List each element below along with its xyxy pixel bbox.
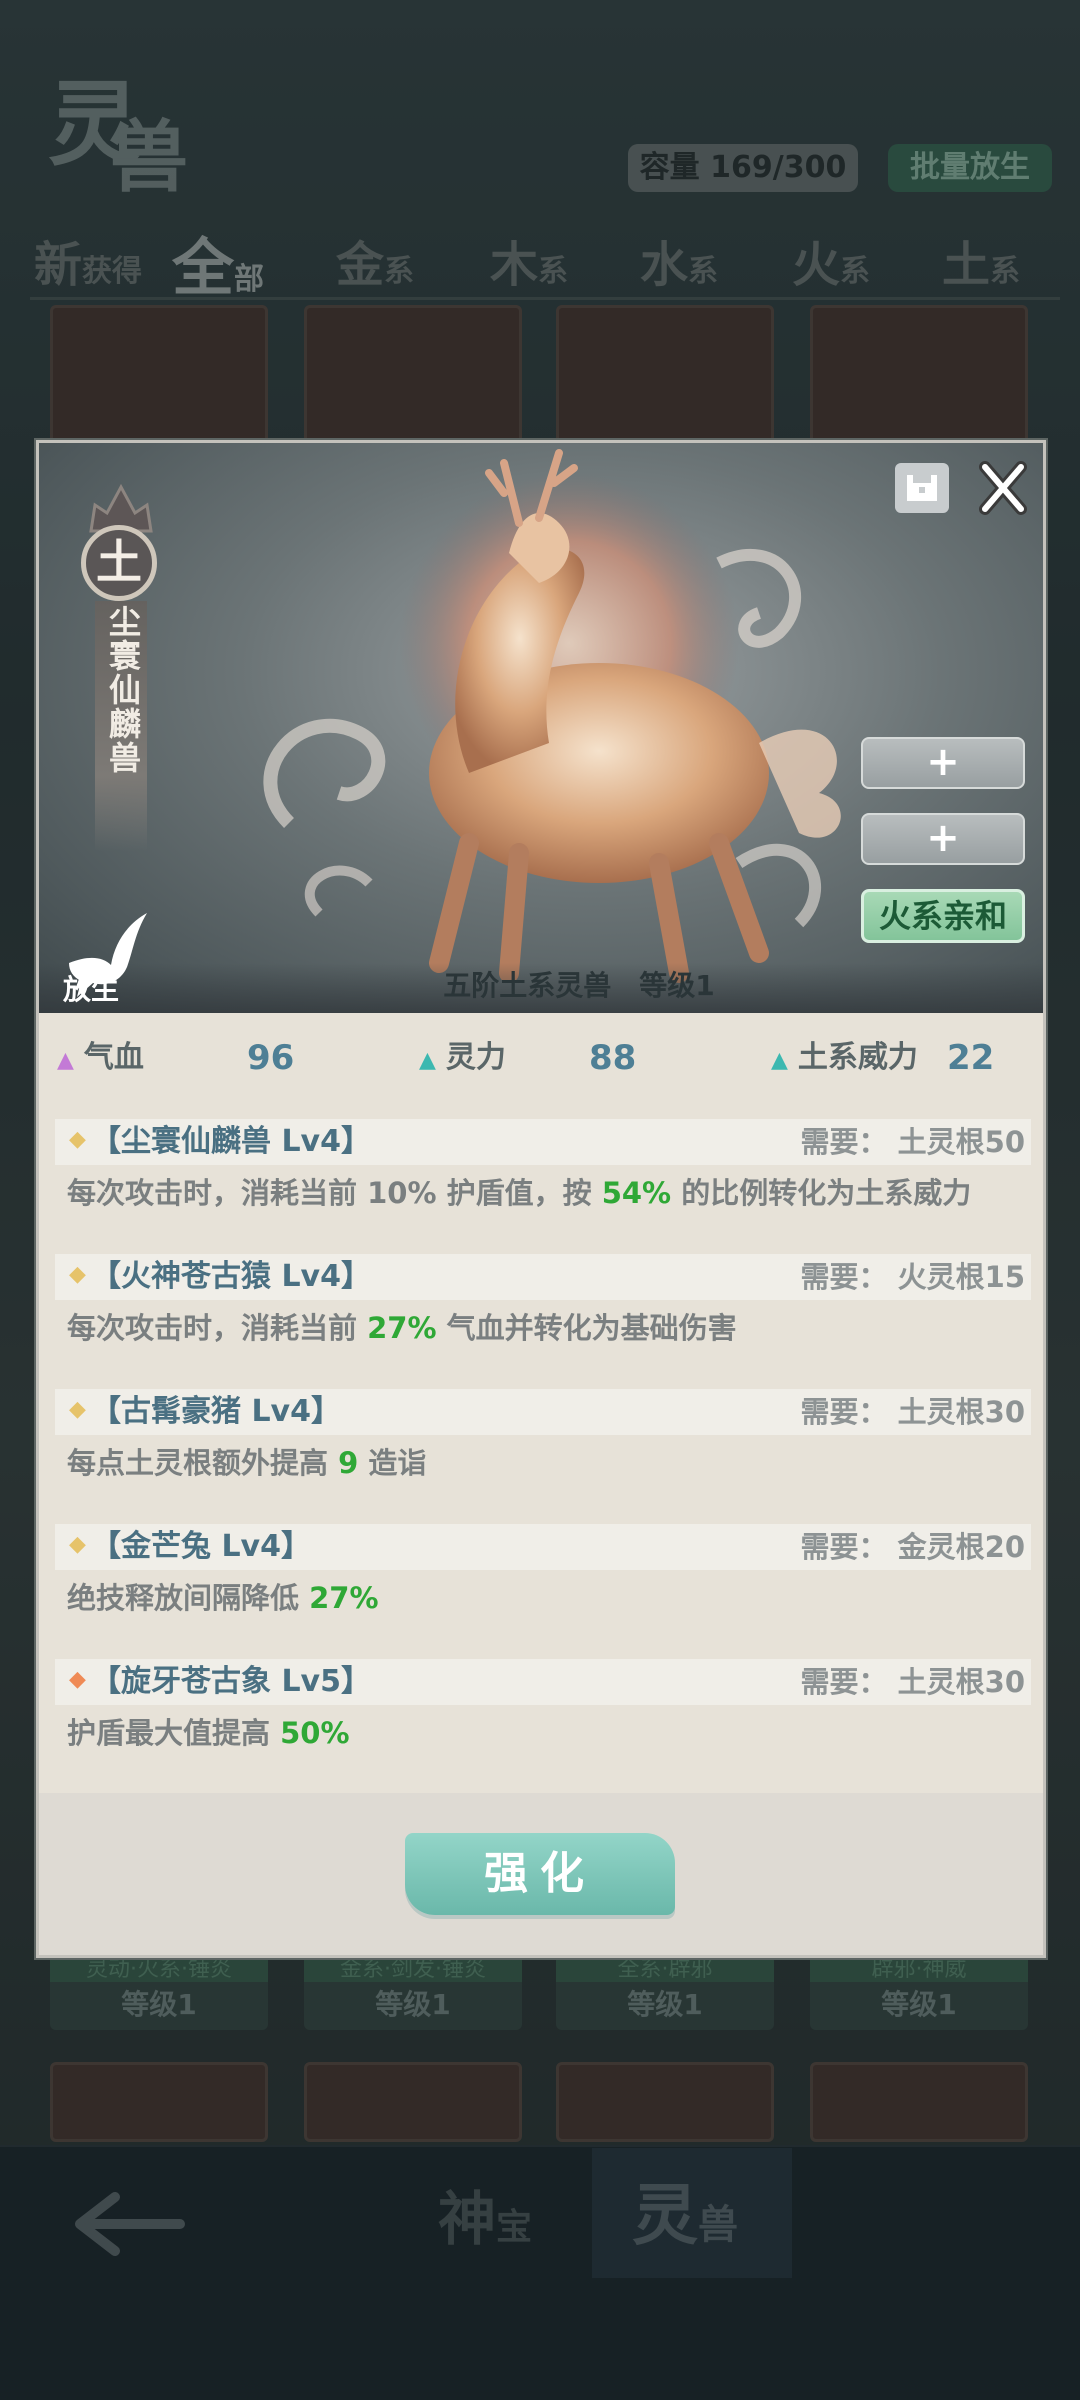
beast-portrait-area: 土 尘寰仙麟兽 放生 + + 火系亲和 五阶土系灵兽 等级1 (39, 443, 1043, 1013)
skill-title: 【古髯豪猪 Lv4】 (91, 1394, 341, 1429)
filter-tabs: 新获得 全部 金系 木系 水系 火系 土系 (30, 225, 1060, 304)
stat-earth-power: ▲ 土系威力 22 (771, 1038, 995, 1078)
close-button[interactable] (979, 461, 1027, 515)
close-icon (979, 461, 1027, 515)
stat-spirit-power: ▲ 灵力 88 (419, 1038, 637, 1078)
beast-detail-modal: 土 尘寰仙麟兽 放生 + + 火系亲和 五阶土系灵兽 等级1 ▲ 气血 96 ▲… (36, 440, 1046, 1958)
add-slot-button-2[interactable]: + (861, 813, 1025, 865)
enhance-button[interactable]: 强化 (405, 1833, 675, 1915)
element-badge: 土 (81, 525, 157, 601)
skill-title: 【尘寰仙麟兽 Lv4】 (91, 1124, 371, 1159)
triangle-up-icon: ▲ (419, 1048, 436, 1073)
diamond-icon: ◆ (69, 1262, 86, 1287)
save-button[interactable] (895, 463, 949, 513)
diamond-icon: ◆ (69, 1127, 86, 1152)
beast-card[interactable] (810, 305, 1028, 445)
tab-fire[interactable]: 火系 (792, 225, 870, 295)
tab-earth[interactable]: 土系 (942, 225, 1020, 295)
beast-card[interactable] (556, 305, 774, 445)
beast-card[interactable] (50, 2062, 268, 2142)
beast-card[interactable] (304, 2062, 522, 2142)
back-arrow-icon[interactable] (70, 2185, 190, 2278)
beast-card-footer[interactable]: 辟邪·神威 等级1 (810, 1958, 1028, 2030)
nav-tab-treasure[interactable]: 神宝 (438, 2172, 532, 2256)
beast-name: 尘寰仙麟兽 (104, 605, 142, 775)
capacity-display: 容量 169/300 (628, 144, 858, 192)
beast-card-footer[interactable]: 全系·辟邪 等级1 (556, 1958, 774, 2030)
fire-affinity-badge[interactable]: 火系亲和 (861, 889, 1025, 943)
tab-new[interactable]: 新获得 (34, 225, 142, 295)
skill-requirement: 需要： 土灵根30 (800, 1665, 1025, 1699)
skill-requirement: 需要： 土灵根30 (800, 1395, 1025, 1429)
tab-wood[interactable]: 木系 (490, 225, 568, 295)
skill-requirement: 需要： 金灵根20 (800, 1530, 1025, 1564)
tab-all[interactable]: 全部 (172, 217, 264, 307)
beast-card[interactable] (556, 2062, 774, 2142)
skill-header: ◆ 【尘寰仙麟兽 Lv4】 需要： 土灵根50 (55, 1119, 1031, 1165)
diamond-icon: ◆ (69, 1532, 86, 1557)
release-label[interactable]: 放生 (63, 968, 119, 1008)
diamond-icon: ◆ (69, 1667, 86, 1692)
nav-tab-spirit-beast[interactable]: 灵兽 (632, 2162, 738, 2258)
skill-description: 绝技释放间隔降低 27% (67, 1581, 379, 1615)
batch-release-button[interactable]: 批量放生 (888, 144, 1052, 192)
stat-hp: ▲ 气血 96 (57, 1038, 295, 1078)
add-slot-button-1[interactable]: + (861, 737, 1025, 789)
beast-card[interactable] (50, 305, 268, 445)
spirit-beast-logo: 灵 兽 (48, 70, 189, 203)
beast-card[interactable] (810, 2062, 1028, 2142)
tab-metal[interactable]: 金系 (336, 225, 414, 295)
skill-header: ◆ 【金芒兔 Lv4】 需要： 金灵根20 (55, 1524, 1031, 1570)
diamond-icon: ◆ (69, 1397, 86, 1422)
beast-card[interactable] (304, 305, 522, 445)
skill-requirement: 需要： 火灵根15 (800, 1260, 1025, 1294)
skill-description: 每点土灵根额外提高 9 造诣 (67, 1446, 427, 1480)
skill-header: ◆ 【古髯豪猪 Lv4】 需要： 土灵根30 (55, 1389, 1031, 1435)
skill-title: 【火神苍古猿 Lv4】 (91, 1259, 371, 1294)
skill-requirement: 需要： 土灵根50 (800, 1125, 1025, 1159)
beast-card-footer[interactable]: 灵动·火系·锤炎 等级1 (50, 1958, 268, 2030)
beast-level-line: 五阶土系灵兽 等级1 (443, 969, 715, 1002)
skill-description: 护盾最大值提高 50% (67, 1716, 350, 1750)
skill-description: 每次攻击时，消耗当前 10% 护盾值，按 54% 的比例转化为土系威力 (67, 1176, 972, 1210)
stats-row: ▲ 气血 96 ▲ 灵力 88 ▲ 土系威力 22 (39, 1028, 1043, 1088)
save-icon (907, 475, 937, 501)
skill-title: 【金芒兔 Lv4】 (91, 1529, 311, 1564)
skill-header: ◆ 【旋牙苍古象 Lv5】 需要： 土灵根30 (55, 1659, 1031, 1705)
skill-header: ◆ 【火神苍古猿 Lv4】 需要： 火灵根15 (55, 1254, 1031, 1300)
triangle-up-icon: ▲ (771, 1048, 788, 1073)
skill-title: 【旋牙苍古象 Lv5】 (91, 1664, 371, 1699)
beast-card-footer[interactable]: 金系·剑发·锤炎 等级1 (304, 1958, 522, 2030)
tab-water[interactable]: 水系 (640, 225, 718, 295)
triangle-up-icon: ▲ (57, 1048, 74, 1073)
skill-description: 每次攻击时，消耗当前 27% 气血并转化为基础伤害 (67, 1311, 737, 1345)
